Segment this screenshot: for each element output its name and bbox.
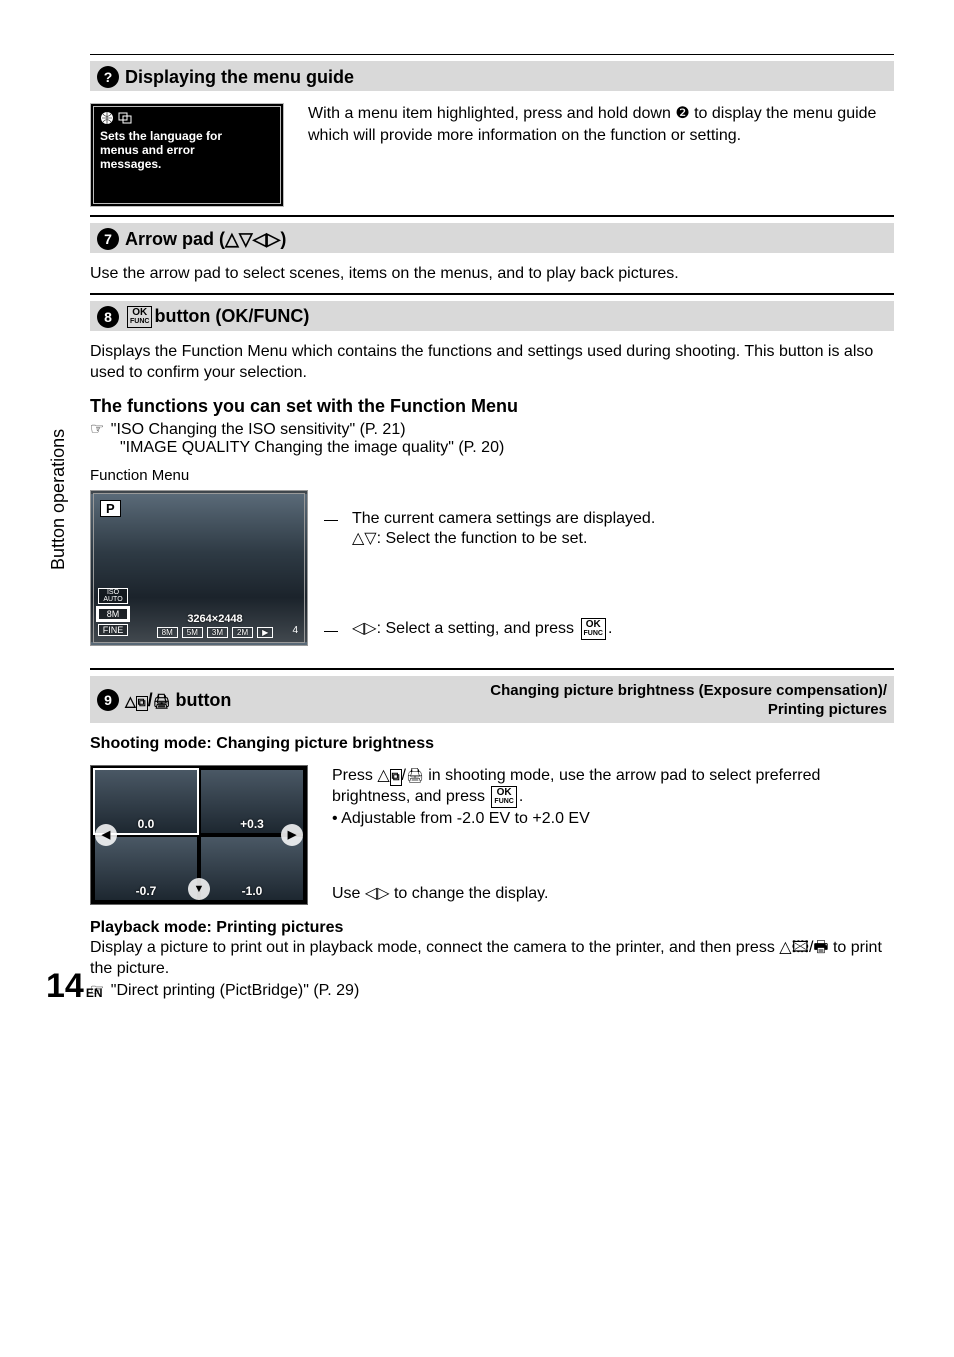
hand-icon: ☞ [90, 421, 104, 438]
ev-shooting-paragraph: Press △⧉/ in shooting mode, use the arro… [332, 765, 894, 830]
func-expl-bottom: ◁▷: Select a setting, and press OKFUNC. [352, 618, 894, 640]
ok-func-key-icon: OK FUNC [127, 306, 152, 328]
resolution-label: 3264×2448 [130, 613, 300, 625]
print-icon [153, 690, 171, 710]
playback-ref-line: ☞ "Direct printing (PictBridge)" (P. 29) [90, 980, 894, 1000]
help-icon: ? [97, 66, 119, 88]
cards-icon [118, 112, 134, 124]
ev-cell-br: -1.0 [201, 837, 303, 900]
func-expl-top1: The current camera settings are displaye… [352, 510, 894, 528]
ev-lcd: ⧉ OK 0.0 +0.3 -0.7 -1.0 ◀ ▶ ▼ [90, 765, 308, 905]
playback-mode-head: Playback mode: Printing pictures [90, 919, 894, 937]
ok-func-key-inline-icon: OKFUNC [581, 618, 606, 640]
ev-cell-tl: 0.0 [95, 770, 197, 833]
section-bar-ev-button: 9 △⧉/ button Changing picture brightness… [90, 676, 894, 723]
ev-left-arrow-icon: ◀ [95, 824, 117, 846]
func-ref-line2: "IMAGE QUALITY Changing the image qualit… [120, 439, 894, 457]
func-menu-subhead: The functions you can set with the Funct… [90, 396, 894, 417]
section-title-ev-button: △⧉/ button [125, 690, 231, 711]
ok-func-key-inline2-icon: OKFUNC [491, 786, 516, 808]
size-chip: 8M [98, 608, 128, 620]
playback-mode-paragraph: Display a picture to print out in playba… [90, 937, 894, 980]
exposure-icon-inline: ⧉ [390, 769, 402, 786]
lang-tooltip-box: Sets the language for menus and error me… [90, 103, 284, 207]
frac-label: 4 [292, 625, 298, 636]
ev-display-line: Use ◁▷ to change the display. [332, 883, 894, 905]
ev-right-arrow-icon: ▶ [281, 824, 303, 846]
page-number: 14EN [46, 967, 103, 1006]
section-number-7: 7 [97, 228, 119, 250]
top-rule [90, 54, 894, 55]
connector-line-bottom [324, 631, 338, 632]
thumb-3m: 3M [207, 627, 228, 638]
lang-tooltip-line2: menus and error [100, 143, 274, 157]
lang-tooltip-line3: messages. [100, 157, 274, 171]
fine-chip: FINE [98, 624, 128, 636]
thumb-more-icon: ▶ [257, 627, 273, 638]
ev-cell-bl: -0.7 [95, 837, 197, 900]
section-bar-arrow-pad: 7 Arrow pad (△▽◁▷) [90, 223, 894, 253]
ev-down-arrow-icon: ▼ [188, 878, 210, 900]
section-title-arrow-pad: Arrow pad (△▽◁▷) [125, 229, 286, 250]
lang-tooltip-line1: Sets the language for [100, 129, 274, 143]
section-title-ok-func: button (OK/FUNC) [154, 306, 309, 327]
arrow-pad-paragraph: Use the arrow pad to select scenes, item… [90, 263, 894, 285]
up-triangle-icon: △ [125, 693, 136, 710]
section-bar-menu-guide: ? Displaying the menu guide [90, 61, 894, 91]
function-menu-lcd: P ISO AUTO 8M FINE 3264×2448 8M 5M 3M 2M… [90, 490, 308, 646]
function-menu-label: Function Menu [90, 467, 894, 484]
section-bar-ok-func: 8 OK FUNC button (OK/FUNC) [90, 301, 894, 331]
func-ref-line1: ☞ "ISO Changing the ISO sensitivity" (P.… [90, 419, 894, 439]
thumb-2m: 2M [232, 627, 253, 638]
side-tab-label: Button operations [48, 429, 69, 570]
ok-func-paragraph: Displays the Function Menu which contain… [90, 341, 894, 384]
thumb-8m: 8M [157, 627, 178, 638]
mode-p-badge: P [100, 500, 121, 517]
menu-guide-paragraph: With a menu item highlighted, press and … [308, 103, 894, 146]
thumb-5m: 5M [182, 627, 203, 638]
section-number-8: 8 [97, 306, 119, 328]
func-expl-top2: △▽: Select the function to be set. [352, 528, 894, 548]
section-number-9: 9 [97, 689, 119, 711]
exposure-icon: ⧉ [136, 696, 148, 711]
iso-chip: ISO AUTO [98, 588, 128, 604]
section-title-menu-guide: Displaying the menu guide [125, 67, 354, 88]
shooting-mode-head: Shooting mode: Changing picture brightne… [90, 735, 894, 753]
globe-icon [100, 111, 114, 125]
section-title-ev-right: Changing picture brightness (Exposure co… [490, 681, 887, 720]
connector-line-top [324, 520, 338, 521]
print-icon-inline [406, 767, 424, 784]
